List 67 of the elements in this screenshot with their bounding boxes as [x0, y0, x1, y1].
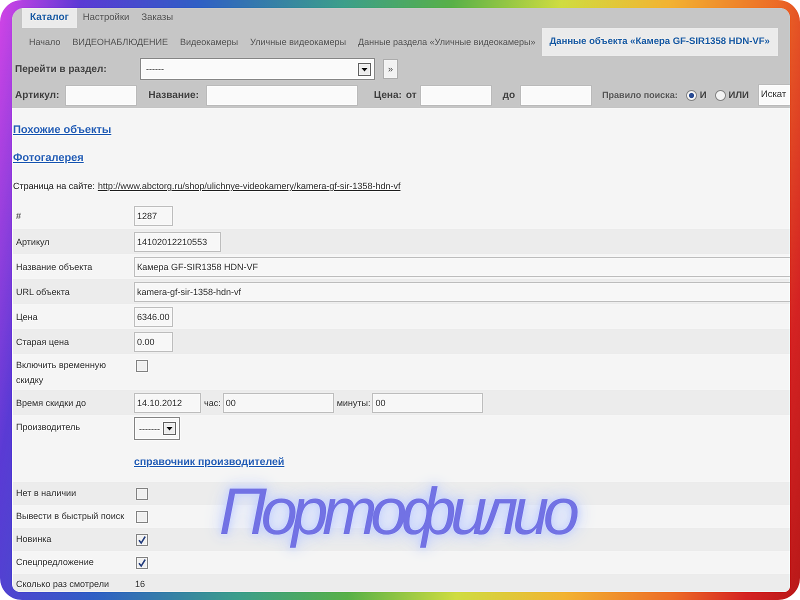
price-from-field[interactable]	[420, 84, 492, 106]
breadcrumb-link[interactable]: Данные раздела «Уличные видеокамеры»	[352, 28, 542, 56]
manufacturer-select[interactable]: -------	[134, 417, 180, 440]
date-field[interactable]: 14.10.2012	[134, 393, 201, 413]
field-label: Перейти в раздел:	[15, 64, 108, 74]
dropdown-caret-icon[interactable]	[163, 422, 176, 435]
radio-button[interactable]	[714, 90, 726, 100]
checkbox[interactable]	[136, 488, 148, 500]
tab[interactable]: Настройки	[76, 8, 136, 28]
minute-field[interactable]: 00	[372, 393, 484, 413]
article-field[interactable]	[65, 84, 138, 106]
field-label: от	[406, 90, 417, 100]
section-link[interactable]: Похожие объекты	[13, 124, 112, 136]
field-label: #	[15, 210, 22, 223]
checkbox[interactable]	[136, 534, 148, 546]
radio-button[interactable]	[686, 90, 697, 100]
site-page-label: Страница на сайте:	[13, 181, 95, 191]
text-field[interactable]: 1287	[134, 206, 173, 226]
dropdown-caret-icon[interactable]	[358, 62, 371, 76]
field-label: Спецпредложение	[15, 556, 95, 569]
go-button[interactable]: »	[383, 59, 398, 79]
field-label: Включить временную скидку	[15, 359, 108, 387]
checkbox[interactable]	[136, 511, 148, 523]
text-field[interactable]: kamera-gf-sir-1358-hdn-vf	[134, 282, 790, 302]
radio-label[interactable]: И	[700, 90, 707, 100]
breadcrumb-link[interactable]: Уличные видеокамеры	[244, 28, 352, 56]
text-field[interactable]: 0.00	[134, 332, 173, 352]
field-label: Правило поиска:	[602, 90, 678, 100]
section-select[interactable]: ------	[140, 58, 375, 80]
text-field[interactable]: Камера GF-SIR1358 HDN-VF	[134, 257, 790, 277]
site-url-link[interactable]: http://www.abctorg.ru/shop/ulichnye-videokamery/kamera-gf-sir-1358-hdn-vf	[98, 181, 400, 191]
section-link[interactable]: Фотогалерея	[13, 152, 84, 164]
text-field[interactable]: 6346.00	[134, 307, 173, 327]
field-label: Цена	[15, 311, 39, 324]
field-label: Название:	[148, 90, 199, 100]
field-label: Название объекта	[15, 261, 94, 274]
field-label: Артикул:	[15, 90, 60, 100]
price-to-field[interactable]	[520, 84, 592, 106]
field-label: Старая цена	[15, 336, 70, 349]
field-label: час:	[204, 397, 221, 410]
breadcrumb-link[interactable]: Видеокамеры	[174, 28, 244, 56]
breadcrumb-link[interactable]: Начало	[23, 28, 66, 56]
checkbox[interactable]	[136, 360, 148, 372]
field-label: Нет в наличии	[15, 487, 78, 500]
field-label: Цена:	[374, 90, 402, 100]
breadcrumb-link[interactable]: ВИДЕОНАБЛЮДЕНИЕ	[66, 28, 174, 56]
field-label: минуты:	[336, 397, 370, 410]
field-label: Вывести в быстрый поиск	[15, 510, 126, 523]
radio-label[interactable]: ИЛИ	[728, 90, 749, 100]
search-button[interactable]: Искат	[758, 84, 790, 106]
checkbox[interactable]	[136, 557, 148, 569]
field-label: URL объекта	[15, 286, 71, 299]
tab[interactable]: Каталог	[22, 8, 77, 28]
manufacturers-link[interactable]: справочник производителей	[134, 456, 284, 468]
hour-field[interactable]: 00	[222, 393, 334, 413]
field-label: Новинка	[15, 533, 52, 546]
field-label: Время скидки до	[15, 397, 88, 410]
field-value: 16	[134, 578, 146, 591]
breadcrumb-link[interactable]: Данные объекта «Камера GF-SIR1358 HDN-VF»	[542, 28, 778, 56]
field-label: Артикул	[15, 236, 51, 249]
name-field[interactable]	[206, 84, 358, 106]
overlay-title: Портофилио	[219, 475, 574, 547]
text-field[interactable]: 14102012210553	[134, 232, 221, 252]
field-label: Сколько раз смотрели	[15, 578, 110, 591]
tab[interactable]: Заказы	[135, 8, 180, 28]
field-label: до	[502, 90, 516, 100]
field-label: Производитель	[15, 421, 82, 434]
